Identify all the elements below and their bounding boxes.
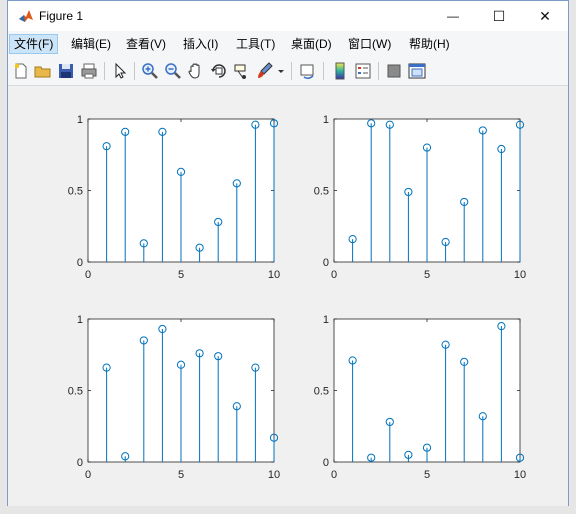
x-tick-label: 10 xyxy=(514,469,526,481)
pointer-icon[interactable] xyxy=(110,61,130,81)
y-tick-label: 1 xyxy=(77,314,83,326)
subplot-4[interactable]: 00.510 5 10 xyxy=(294,286,534,496)
x-tick-label: 10 xyxy=(268,269,280,281)
y-tick-label: 1 xyxy=(77,114,83,126)
x-tick-label: 0 xyxy=(331,269,337,281)
toolbar-separator xyxy=(323,62,324,80)
minimize-button[interactable]: — xyxy=(430,1,476,31)
x-tick-label: 5 xyxy=(424,269,430,281)
print-icon[interactable] xyxy=(79,61,99,81)
pan-icon[interactable] xyxy=(186,61,206,81)
y-tick-label: 0.5 xyxy=(314,186,329,198)
y-tick-label: 0.5 xyxy=(68,386,83,398)
x-tick-label: 5 xyxy=(178,269,184,281)
menu-desktop[interactable]: 桌面(D) xyxy=(287,34,336,54)
x-tick-label: 0 xyxy=(85,269,91,281)
menu-edit[interactable]: 编辑(E) xyxy=(67,34,115,54)
open-file-icon[interactable] xyxy=(33,61,53,81)
rotate-3d-icon[interactable] xyxy=(209,61,229,81)
figure-canvas[interactable]: 0 0.5 1 0 5 10 0 0.5 1 0 5 10 0 0.5 1 0 5 10 0 0.5 1 0 5 10 xyxy=(8,86,568,506)
x-tick-label: 10 xyxy=(268,469,280,481)
hide-plot-tools-icon[interactable] xyxy=(384,61,404,81)
toolbar-separator xyxy=(104,62,105,80)
figure-toolbar xyxy=(8,57,568,86)
figure-window: Figure 1 — ☐ ✕ 文件(F) 编辑(E) 查看(V) 插入(I) 工… xyxy=(7,0,569,506)
menu-insert[interactable]: 插入(I) xyxy=(179,34,222,54)
x-tick-label: 10 xyxy=(514,269,526,281)
brush-dropdown-icon[interactable] xyxy=(275,61,287,81)
subplot-2[interactable]: 00.510 5 10 xyxy=(294,86,534,296)
toolbar-separator xyxy=(134,62,135,80)
menu-view[interactable]: 查看(V) xyxy=(122,34,170,54)
toolbar-separator xyxy=(378,62,379,80)
matlab-logo-icon xyxy=(18,8,34,24)
zoom-out-icon[interactable] xyxy=(163,61,183,81)
y-tick-label: 1 xyxy=(323,314,329,326)
y-tick-label: 1 xyxy=(323,114,329,126)
maximize-icon: ☐ xyxy=(492,7,506,24)
toolbar-separator xyxy=(291,62,292,80)
x-tick-label: 5 xyxy=(424,469,430,481)
x-tick-label: 0 xyxy=(331,469,337,481)
x-tick-label: 5 xyxy=(178,469,184,481)
legend-icon[interactable] xyxy=(353,61,373,81)
maximize-button[interactable]: ☐ xyxy=(476,1,522,31)
minimize-icon: — xyxy=(447,9,459,23)
y-tick-label: 0.5 xyxy=(68,186,83,198)
y-tick-label: 0.5 xyxy=(314,386,329,398)
y-tick-label: 0 xyxy=(77,257,83,269)
zoom-in-icon[interactable] xyxy=(140,61,160,81)
y-tick-label: 0 xyxy=(323,457,329,469)
axes-box xyxy=(333,318,521,463)
window-title: Figure 1 xyxy=(39,9,84,23)
new-figure-icon[interactable] xyxy=(11,61,31,81)
brush-icon[interactable] xyxy=(255,61,275,81)
y-tick-label: 0 xyxy=(323,257,329,269)
save-icon[interactable] xyxy=(56,61,76,81)
menu-file[interactable]: 文件(F) xyxy=(9,34,59,54)
menu-window[interactable]: 窗口(W) xyxy=(344,34,395,54)
subplot-1[interactable]: 00.510 5 10 xyxy=(48,86,288,296)
menu-help[interactable]: 帮助(H) xyxy=(405,34,454,54)
colorbar-icon[interactable] xyxy=(330,61,350,81)
close-button[interactable]: ✕ xyxy=(522,1,568,31)
title-bar[interactable]: Figure 1 — ☐ ✕ xyxy=(8,1,568,31)
y-tick-label: 0 xyxy=(77,457,83,469)
data-cursor-icon[interactable] xyxy=(232,61,252,81)
subplot-3[interactable]: 00.510 5 10 xyxy=(48,286,288,496)
menu-bar: 文件(F) 编辑(E) 查看(V) 插入(I) 工具(T) 桌面(D) 窗口(W… xyxy=(8,31,568,80)
link-plot-icon[interactable] xyxy=(298,61,318,81)
show-plot-tools-icon[interactable] xyxy=(407,61,427,81)
x-tick-label: 0 xyxy=(85,469,91,481)
close-icon: ✕ xyxy=(539,7,551,24)
menu-tools[interactable]: 工具(T) xyxy=(232,34,279,54)
